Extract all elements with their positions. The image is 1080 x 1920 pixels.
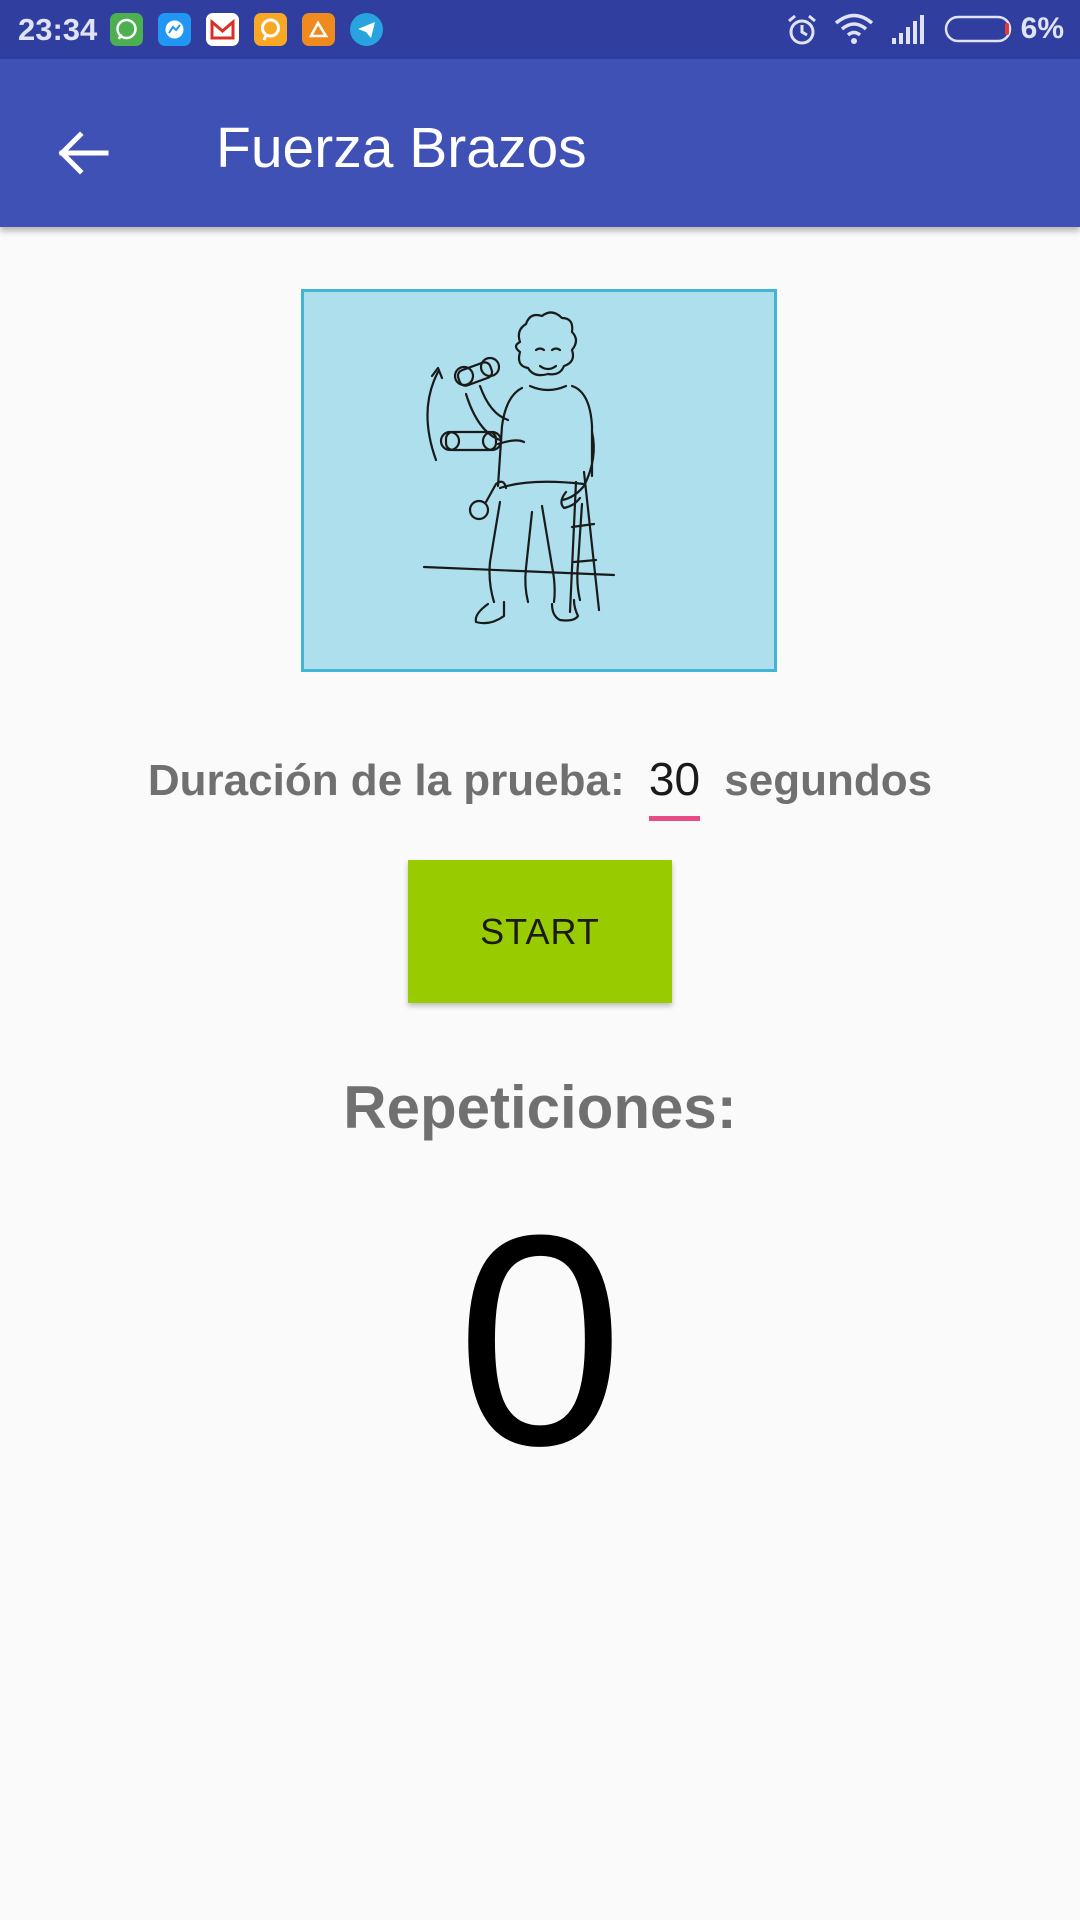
chat-bubble-icon	[254, 13, 287, 46]
app-icon	[302, 13, 335, 46]
duration-label: Duración de la prueba:	[147, 756, 625, 805]
duration-unit: segundos	[724, 756, 933, 805]
arrow-back-icon	[58, 131, 109, 175]
signal-icon	[892, 15, 924, 44]
arm-curl-illustration-icon	[422, 311, 616, 625]
back-button[interactable]	[42, 111, 126, 195]
duration-input[interactable]: 30	[648, 752, 701, 821]
alarm-icon	[788, 14, 816, 45]
screen: 23:34 6% Fuerza Brazos Duración de la pr…	[0, 0, 1080, 1920]
telegram-icon	[350, 13, 383, 46]
gmail-icon	[206, 13, 239, 46]
start-button[interactable]: START	[408, 860, 672, 1003]
battery-percent: 6%	[1020, 12, 1064, 45]
status-bar: 23:34 6%	[0, 0, 1080, 59]
status-time: 23:34	[18, 12, 98, 47]
repetitions-count: 0	[456, 1172, 624, 1508]
app-bar: Fuerza Brazos	[0, 59, 1080, 227]
duration-row: Duración de la prueba: 30 segundos	[0, 752, 1080, 821]
page-title: Fuerza Brazos	[216, 116, 587, 180]
exercise-illustration	[301, 289, 777, 672]
messenger-icon	[158, 13, 191, 46]
battery-icon	[944, 15, 1012, 43]
whatsapp-icon	[110, 13, 143, 46]
repetitions-label: Repeticiones:	[343, 1074, 737, 1141]
wifi-icon	[834, 13, 874, 44]
